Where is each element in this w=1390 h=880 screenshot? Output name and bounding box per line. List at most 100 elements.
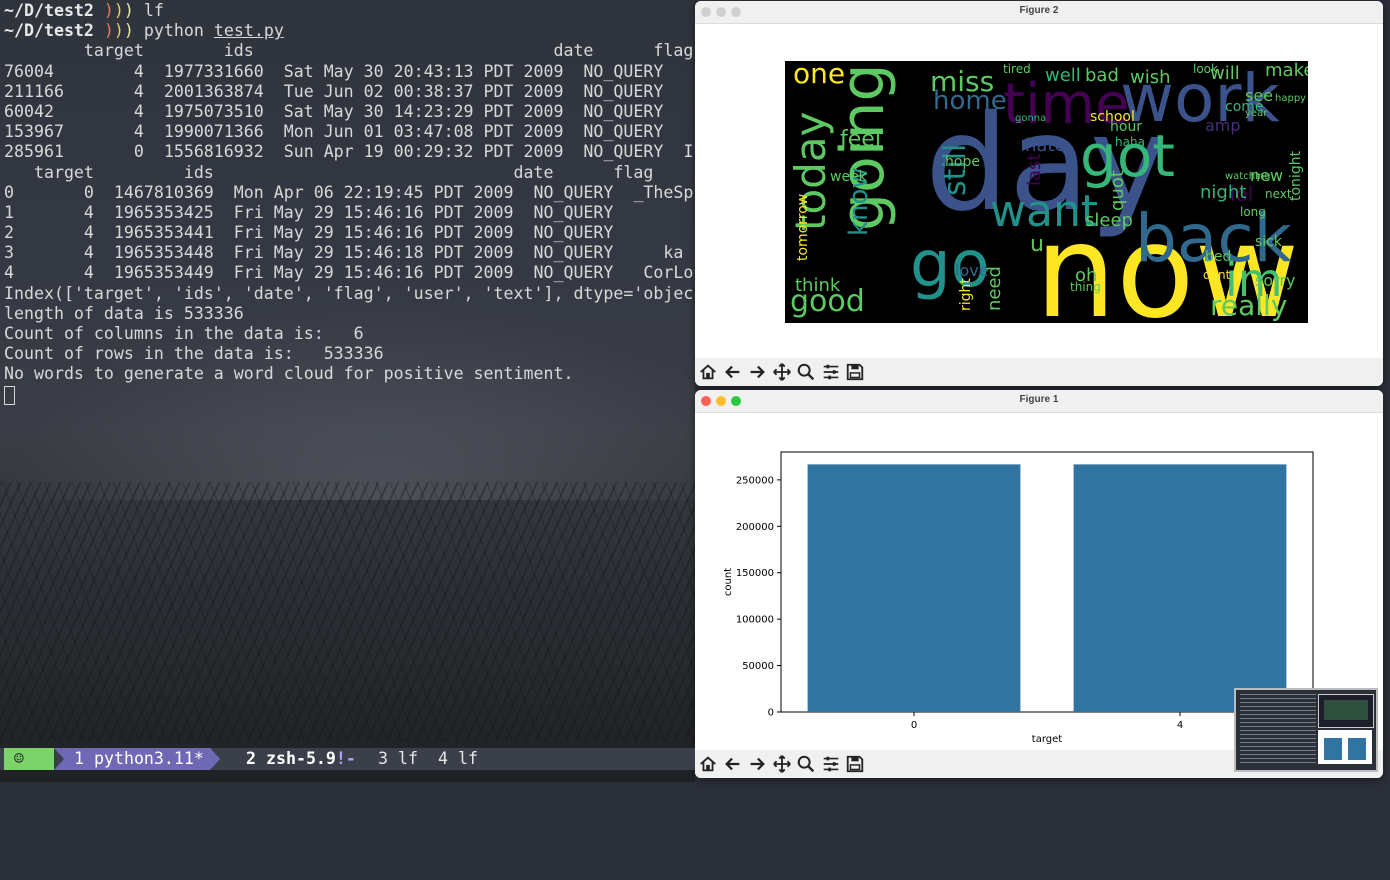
pan-button[interactable] (771, 753, 793, 775)
zoom-button[interactable] (795, 361, 817, 383)
pan-icon (772, 363, 791, 381)
word-cloud-word: last (1024, 154, 1045, 186)
terminal-output-line: 1 4 1965353425 Fri May 29 15:46:16 PDT 2… (4, 202, 614, 222)
zoom-icon (797, 363, 815, 381)
x-tick-label: 0 (911, 720, 917, 731)
forward-button[interactable] (746, 753, 768, 775)
prompt-path: ~/D/test2 (4, 21, 94, 41)
y-tick-label: 150000 (736, 568, 774, 579)
word-cloud-word: happy (1275, 93, 1306, 104)
configure-icon (823, 364, 838, 380)
forward-icon (750, 365, 765, 379)
figure2-window[interactable]: Figure 2 day now work time back got today going… (695, 1, 1383, 386)
prompt-path: ~/D/test2 (4, 1, 94, 20)
word-cloud-word: think (795, 275, 841, 296)
terminal-output-line: 285961 0 1556816932 Sun Apr 19 00:29:32 … (4, 142, 694, 162)
back-button[interactable] (722, 361, 744, 383)
home-button[interactable] (697, 361, 719, 383)
tmux-window-4[interactable]: 4 lf (438, 748, 478, 770)
word-cloud-word: amp (1205, 116, 1241, 135)
y-tick-label: 200000 (736, 522, 774, 533)
tmux-window-1[interactable]: 1 python3.11* (54, 748, 220, 770)
terminal-output-line: 211166 4 2001363874 Tue Jun 02 00:38:37 … (4, 81, 664, 101)
back-icon (724, 365, 739, 379)
terminal-cursor (4, 385, 15, 405)
save-icon (846, 755, 864, 773)
terminal-output-line: 3 4 1965353448 Fri May 29 15:46:18 PDT 2… (4, 243, 684, 263)
terminal-output-line: length of data is 533336 (4, 303, 244, 323)
word-cloud-word: sleep (1085, 210, 1133, 231)
word-cloud-word: week (830, 169, 868, 185)
screenshot-thumbnail[interactable] (1234, 688, 1378, 772)
word-cloud-word: right (958, 278, 974, 311)
prompt-line: ~/D/test2 ))) python test.py (4, 21, 284, 41)
word-cloud-word: really (1210, 289, 1287, 322)
x-tick-label: 4 (1177, 720, 1183, 731)
word-cloud-word: bed (1205, 249, 1231, 265)
prompt-argument: test.py (213, 21, 284, 41)
y-axis-label: count (723, 568, 734, 596)
word-cloud-word: look (1193, 62, 1218, 76)
word-cloud-word: long (1240, 205, 1266, 219)
terminal-output-line: 4 4 1965353449 Fri May 29 15:46:16 PDT 2… (4, 263, 695, 283)
word-cloud-word: well (1045, 65, 1081, 86)
word-cloud-word: watching (1225, 171, 1271, 182)
back-icon (724, 757, 739, 771)
configure-button[interactable] (820, 753, 842, 775)
word-cloud-word: wish (1130, 67, 1171, 88)
word-cloud-word: hate (1025, 135, 1066, 156)
word-cloud-word: tomorrow (795, 194, 811, 261)
word-cloud-word: tired (1003, 62, 1031, 76)
word-cloud-word: sorry (1255, 271, 1295, 290)
terminal-output-line: 0 0 1467810369 Mon Apr 06 22:19:45 PDT 2… (4, 182, 694, 202)
window-flag: !- (335, 749, 356, 768)
cursor-line[interactable] (4, 385, 695, 405)
pan-icon (772, 755, 791, 773)
tmux-window-2[interactable]: 2 zsh-5.9!- (246, 748, 356, 770)
session-indicator: ☺ (4, 748, 54, 770)
figure2-titlebar[interactable]: Figure 2 (695, 1, 1383, 24)
terminal-window[interactable]: ~/D/test2 ))) lf ~/D/test2 ))) python te… (0, 0, 695, 782)
home-button[interactable] (697, 753, 719, 775)
figure1-titlebar[interactable]: Figure 1 (695, 390, 1383, 413)
word-cloud-word: thing (1070, 280, 1101, 294)
terminal-output-line: Count of columns in the data is: 6 (4, 324, 364, 343)
word-cloud-word: one (793, 61, 845, 90)
home-icon (700, 756, 716, 772)
word-cloud-word: want (990, 186, 1098, 237)
smiley-icon: ☺ (14, 749, 24, 768)
word-cloud-word: hope (945, 154, 980, 170)
forward-icon (750, 757, 765, 771)
word-cloud-word: hour (1110, 119, 1142, 135)
configure-icon (823, 756, 838, 772)
y-tick-label: 100000 (736, 615, 774, 626)
terminal-output-line: target ids date flag (4, 41, 694, 61)
forward-button[interactable] (746, 361, 768, 383)
tmux-status-bar: ☺ 1 python3.11* 2 zsh-5.9!- 3 lf 4 lf (0, 748, 695, 770)
back-button[interactable] (722, 753, 744, 775)
home-icon (700, 364, 716, 380)
save-button[interactable] (844, 753, 866, 775)
zoom-button[interactable] (795, 753, 817, 775)
save-button[interactable] (844, 361, 866, 383)
word-cloud-word: bad (1085, 65, 1119, 86)
word-cloud-word: dont (1203, 268, 1231, 282)
x-axis-label: target (1032, 734, 1062, 745)
terminal-output-line: Count of rows in the data is: 533336 (4, 344, 384, 364)
word-cloud-word: haha (1115, 135, 1145, 149)
terminal-output-line: No words to generate a word cloud for po… (4, 364, 574, 384)
bar (807, 464, 1021, 712)
configure-button[interactable] (820, 361, 842, 383)
window-title: Figure 2 (1019, 5, 1059, 16)
word-cloud-word: home (933, 86, 1007, 116)
word-cloud-word: night (1200, 182, 1246, 203)
save-icon (846, 363, 864, 381)
pan-button[interactable] (771, 361, 793, 383)
figure2-toolbar (695, 358, 1383, 386)
tmux-window-3[interactable]: 3 lf (378, 748, 418, 770)
terminal-output-line: 60042 4 1975073510 Sat May 30 14:23:29 P… (4, 101, 664, 121)
y-tick-label: 250000 (736, 475, 774, 486)
word-cloud-word: sick (1255, 234, 1283, 250)
prompt-line: ~/D/test2 ))) lf (4, 1, 164, 20)
prompt-command: python (143, 21, 204, 41)
